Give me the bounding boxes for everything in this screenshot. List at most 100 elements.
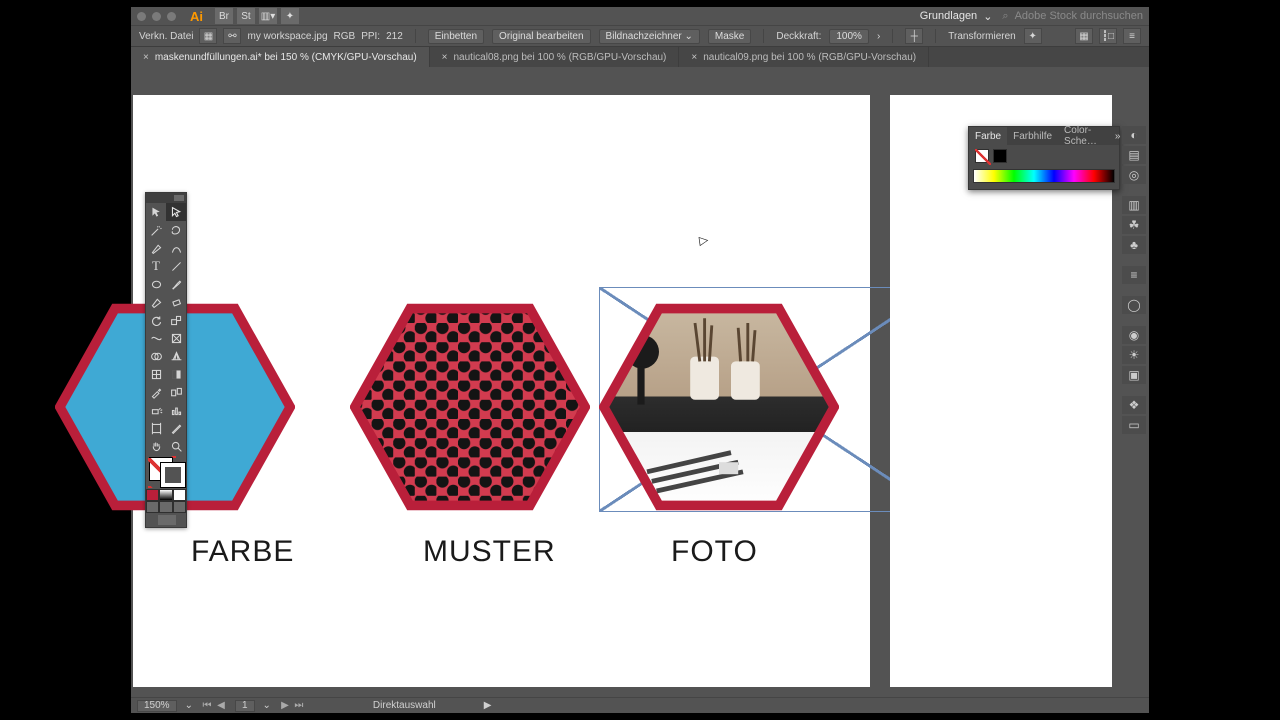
stroke-color-swatch[interactable] [993,149,1007,163]
arrange-icon[interactable]: ▥▾ [259,8,277,24]
align-icon[interactable]: ▦ [1075,28,1093,44]
artboards-rail-icon[interactable]: ▭ [1122,416,1146,434]
swatches-rail-icon[interactable]: ◎ [1122,166,1146,184]
tab-label: maskenundfüllungen.ai* bei 150 % (CMYK/G… [155,52,417,63]
lasso-tool-icon[interactable] [166,221,186,239]
document-tab[interactable]: × nautical08.png bei 100 % (RGB/GPU-Vors… [430,47,680,67]
appearance-rail-icon[interactable]: ◉ [1122,326,1146,344]
hand-tool-icon[interactable] [146,437,166,455]
magic-wand-tool-icon[interactable] [146,221,166,239]
artboard-chevron-icon[interactable]: ⌄ [263,700,271,711]
opacity-chevron-icon[interactable]: › [877,31,880,42]
type-tool-icon[interactable]: T [146,257,166,275]
graphic-styles-rail-icon[interactable]: ☀ [1122,346,1146,364]
workspace-switcher[interactable]: Grundlagen ⌄ [920,10,993,23]
brushes-rail-icon[interactable]: ▥ [1122,196,1146,214]
mesh-tool-icon[interactable] [146,365,166,383]
symbols-rail-icon[interactable]: ☘ [1122,216,1146,234]
asset-export-rail-icon[interactable]: ▣ [1122,366,1146,384]
panel-tab-themes[interactable]: Color-Sche… [1058,127,1103,145]
line-tool-icon[interactable] [166,257,186,275]
transform-icon[interactable]: ✦ [1024,28,1042,44]
shape-mode-icon[interactable]: ┇□ [1099,28,1117,44]
minimize-icon[interactable] [152,12,161,21]
status-chevron-icon[interactable]: ▶ [484,700,492,711]
slice-tool-icon[interactable] [166,419,186,437]
recolor-icon[interactable]: ┼ [905,28,923,44]
color-rail-icon[interactable]: ◐ [1122,126,1146,144]
screen-mode-icon[interactable] [146,513,188,527]
embed-button[interactable]: Einbetten [428,29,484,44]
canvas-area[interactable]: FARBE MUSTER [131,67,1149,697]
draw-normal-icon[interactable] [146,501,159,513]
hexagon-foto[interactable] [599,303,839,511]
panel-tab-farbhilfe[interactable]: Farbhilfe [1007,127,1058,145]
color-spectrum[interactable] [973,169,1115,183]
color-panel[interactable]: Farbe Farbhilfe Color-Sche… »≡ [968,126,1120,190]
zoom-icon[interactable] [167,12,176,21]
blend-tool-icon[interactable] [166,383,186,401]
solid-color-icon[interactable] [146,489,159,501]
none-color-icon[interactable] [173,489,186,501]
zoom-tool-icon[interactable] [166,437,186,455]
zoom-chevron-icon[interactable]: ⌄ [185,700,193,711]
curvature-tool-icon[interactable] [166,239,186,257]
gradient-color-icon[interactable] [159,489,172,501]
fill-color-swatch[interactable] [975,149,989,163]
width-tool-icon[interactable] [146,329,166,347]
tools-panel[interactable]: T [145,192,187,528]
eyedropper-tool-icon[interactable] [146,383,166,401]
edit-original-button[interactable]: Original bearbeiten [492,29,591,44]
layers-rail-icon[interactable]: ❖ [1122,396,1146,414]
close-icon[interactable] [137,12,146,21]
link-icon[interactable]: ⚯ [223,28,241,44]
paintbrush-tool-icon[interactable] [166,275,186,293]
scale-tool-icon[interactable] [166,311,186,329]
pen-tool-icon[interactable] [146,239,166,257]
perspective-grid-tool-icon[interactable] [166,347,186,365]
zoom-field[interactable]: 150% [137,700,177,712]
tools-panel-header[interactable] [146,193,186,203]
shape-builder-tool-icon[interactable] [146,347,166,365]
direct-selection-tool-icon[interactable] [166,203,186,221]
rotate-tool-icon[interactable] [146,311,166,329]
close-tab-icon[interactable]: × [442,52,448,63]
close-tab-icon[interactable]: × [691,52,697,63]
stock-search[interactable]: ⌕ Adobe Stock durchsuchen [1002,10,1143,23]
draw-behind-icon[interactable] [159,501,172,513]
column-graph-tool-icon[interactable] [166,401,186,419]
libraries-rail-icon[interactable]: ▤ [1122,146,1146,164]
ellipse-tool-icon[interactable] [146,275,166,293]
edit-linked-icon[interactable]: ▦ [199,28,217,44]
document-tab[interactable]: × nautical09.png bei 100 % (RGB/GPU-Vors… [679,47,929,67]
app-window: Ai Br St ▥▾ ✦ Grundlagen ⌄ ⌕ Adobe Stock… [131,7,1149,713]
first-artboard-icon[interactable]: ⏮ [201,700,213,711]
hexagon-muster[interactable] [350,303,590,511]
eraser-tool-icon[interactable] [166,293,186,311]
prev-artboard-icon[interactable]: ◀ [215,700,227,711]
last-artboard-icon[interactable]: ⏭ [293,700,305,711]
close-tab-icon[interactable]: × [143,52,149,63]
symbol-sprayer-tool-icon[interactable] [146,401,166,419]
opacity-value[interactable]: 100% [829,29,869,44]
image-trace-button[interactable]: Bildnachzeichner ⌄ [599,29,700,44]
fill-stroke-swatch[interactable] [146,455,188,489]
draw-inside-icon[interactable] [173,501,186,513]
next-artboard-icon[interactable]: ▶ [279,700,291,711]
artboard-index[interactable]: 1 [235,700,255,712]
panel-tab-farbe[interactable]: Farbe [969,127,1007,145]
stroke-rail-icon[interactable]: ≡ [1122,266,1146,284]
selection-tool-icon[interactable] [146,203,166,221]
gradient-tool-icon[interactable] [166,365,186,383]
stroke-swatch[interactable] [161,463,185,487]
shaper-tool-icon[interactable] [146,293,166,311]
document-tab[interactable]: × maskenundfüllungen.ai* bei 150 % (CMYK… [131,47,430,67]
bridge-icon[interactable]: Br [215,8,233,24]
free-transform-tool-icon[interactable] [166,329,186,347]
transparency-rail-icon[interactable]: ◯ [1122,296,1146,314]
clubs-rail-icon[interactable]: ♣ [1122,236,1146,254]
stock-icon[interactable]: St [237,8,255,24]
gpu-icon[interactable]: ✦ [281,8,299,24]
panel-menu-icon[interactable]: ≡ [1123,28,1141,44]
artboard-tool-icon[interactable] [146,419,166,437]
